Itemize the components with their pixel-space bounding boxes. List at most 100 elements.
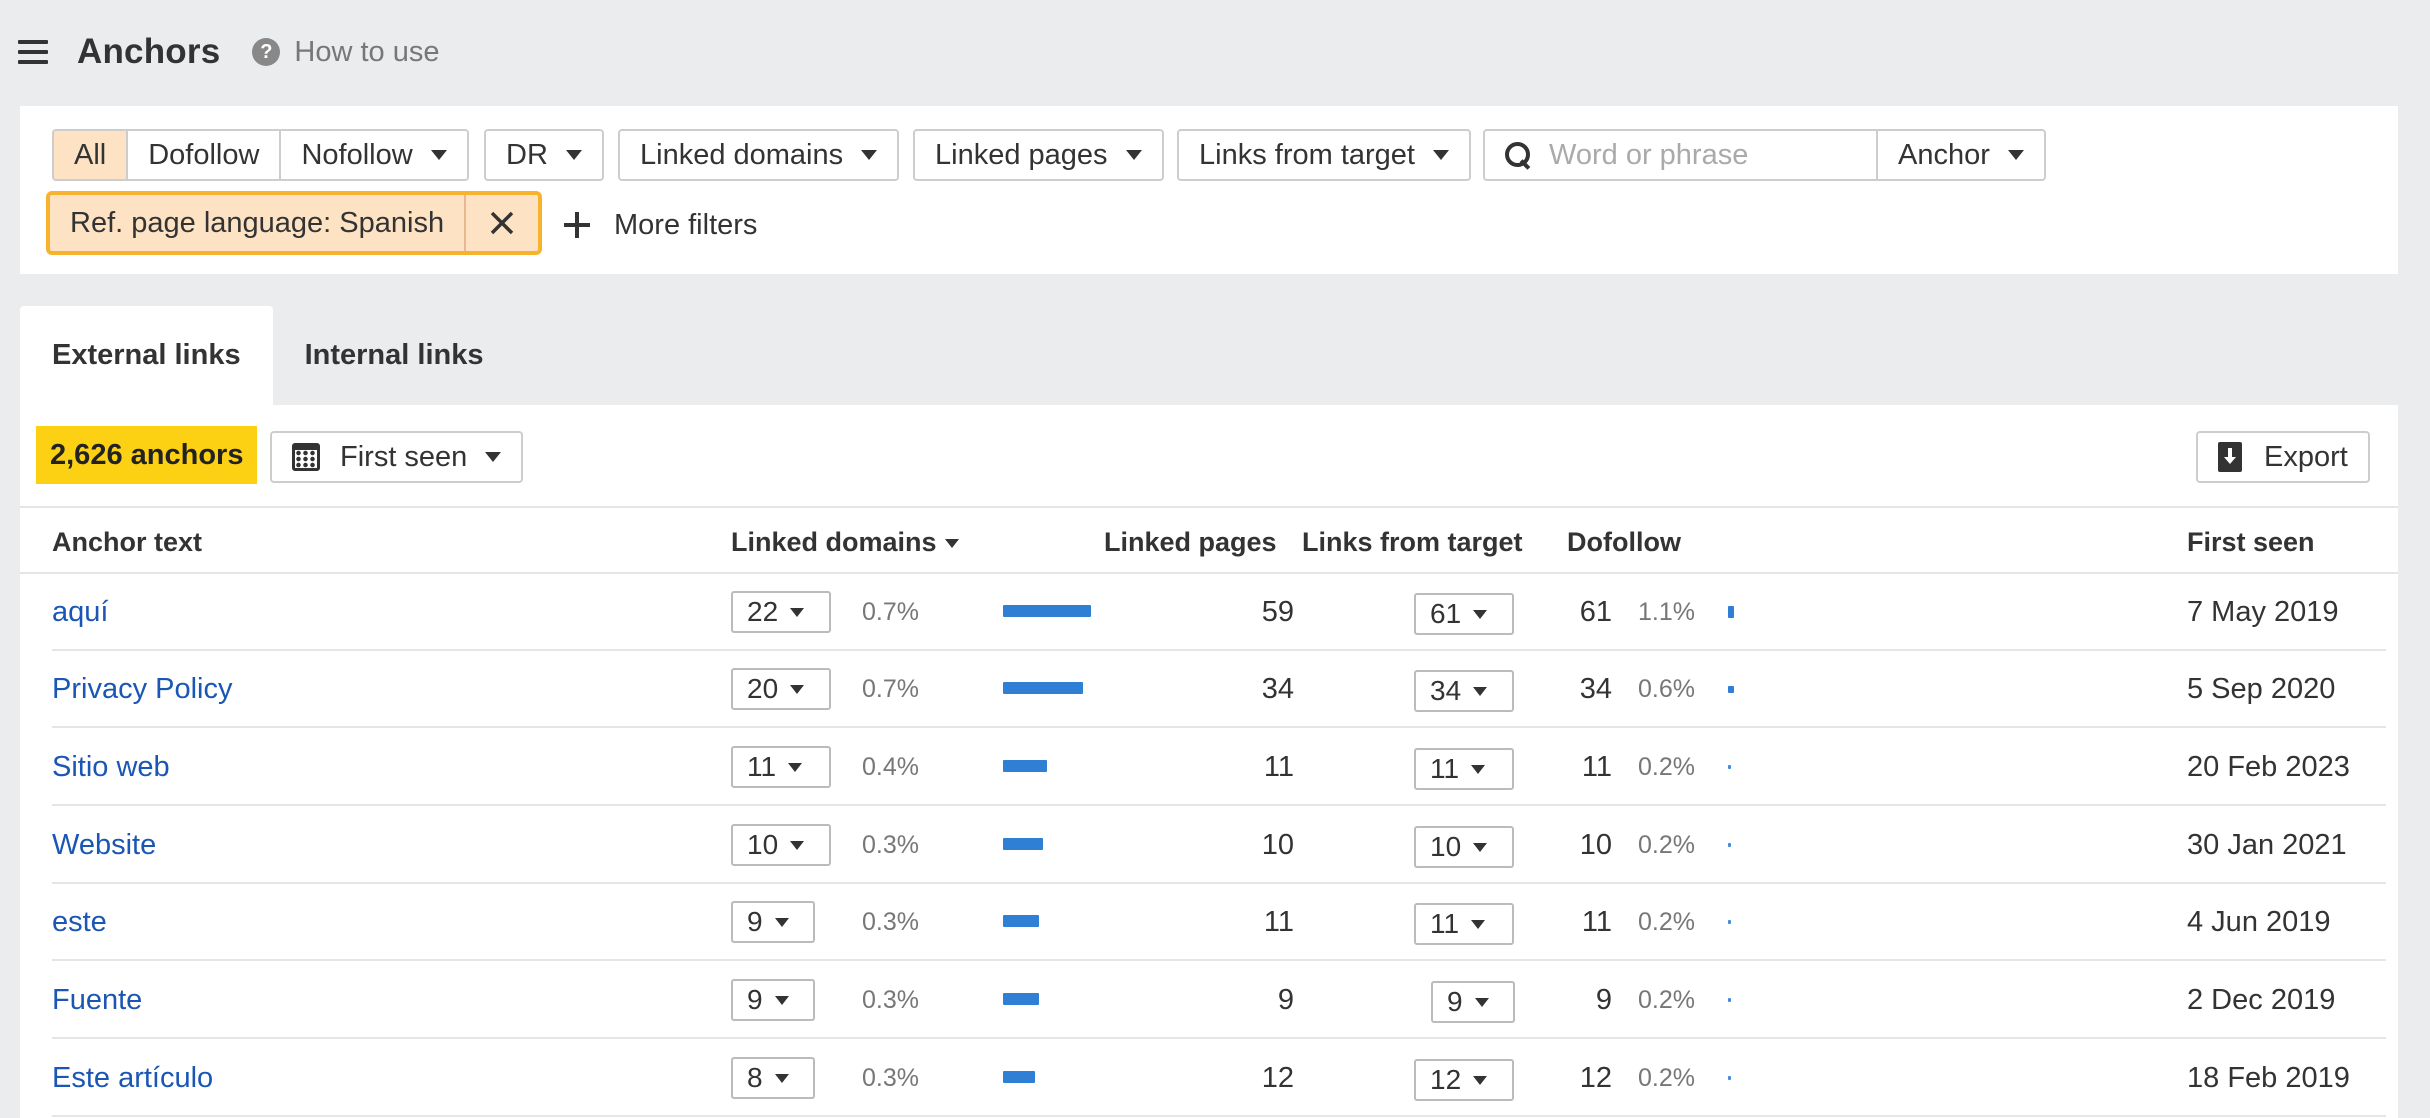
column-header-anchor-text[interactable]: Anchor text bbox=[52, 527, 202, 558]
search-input[interactable] bbox=[1549, 138, 1849, 172]
linked-pages-filter-button[interactable]: Linked pages bbox=[913, 129, 1164, 181]
anchor-text-link[interactable]: Privacy Policy bbox=[52, 651, 233, 727]
linked-domains-percent: 0.7% bbox=[862, 597, 919, 626]
chevron-down-icon bbox=[1474, 997, 1489, 1007]
tab-internal-links[interactable]: Internal links bbox=[273, 306, 516, 405]
anchor-text-link[interactable]: aquí bbox=[52, 574, 108, 650]
export-button[interactable]: Export bbox=[2196, 431, 2370, 483]
links-from-target-filter-button[interactable]: Links from target bbox=[1177, 129, 1471, 181]
dofollow-value: 10 bbox=[1579, 828, 1612, 861]
menu-icon[interactable] bbox=[18, 40, 48, 64]
links-from-target-dropdown[interactable]: 9 bbox=[1431, 981, 1515, 1023]
anchor-text: Privacy Policy bbox=[52, 672, 233, 705]
more-filters-label: More filters bbox=[614, 208, 758, 241]
linked-pages-value: 12 bbox=[1261, 1061, 1294, 1094]
sort-desc-icon bbox=[944, 539, 959, 549]
chevron-down-icon bbox=[790, 840, 805, 850]
linked-pages-filter-label: Linked pages bbox=[935, 138, 1108, 171]
linked-domains-filter-button[interactable]: Linked domains bbox=[618, 129, 900, 181]
linked-pages-value: 10 bbox=[1261, 828, 1294, 861]
anchor-text-link[interactable]: Este artículo bbox=[52, 1040, 213, 1116]
column-header-first-seen[interactable]: First seen bbox=[2187, 527, 2315, 558]
link-tabs: External links Internal links bbox=[20, 306, 515, 405]
column-header-links-from-target[interactable]: Links from target bbox=[1302, 527, 1523, 558]
column-header-dofollow[interactable]: Dofollow bbox=[1567, 527, 1681, 558]
dofollow-bar bbox=[1728, 920, 1731, 924]
linked-domains-value: 22 bbox=[747, 596, 779, 627]
search-mode-dropdown[interactable]: Anchor bbox=[1876, 129, 2046, 181]
filter-all-button[interactable]: All bbox=[54, 131, 129, 179]
linked-domains-bar bbox=[1003, 605, 1091, 617]
linked-domains-cell: 8 bbox=[731, 1040, 815, 1116]
dr-filter-button[interactable]: DR bbox=[484, 129, 604, 181]
linked-domains-value: 20 bbox=[747, 673, 779, 704]
chevron-down-icon bbox=[1471, 919, 1486, 929]
links-from-target-dropdown[interactable]: 11 bbox=[1414, 748, 1514, 790]
linked-domains-dropdown[interactable]: 22 bbox=[731, 591, 831, 633]
results-panel: 2,626 anchors First seen Export Anchor t… bbox=[20, 405, 2398, 1118]
anchor-text-link[interactable]: este bbox=[52, 884, 107, 960]
page-title: Anchors bbox=[77, 32, 221, 71]
links-from-target-dropdown[interactable]: 12 bbox=[1414, 1059, 1514, 1101]
links-from-target-cell: 10 bbox=[1414, 807, 1514, 883]
anchor-text: este bbox=[52, 905, 107, 938]
links-from-target-value: 12 bbox=[1430, 1064, 1462, 1095]
filter-nofollow-button[interactable]: Nofollow bbox=[281, 131, 467, 179]
column-header-linked-domains[interactable]: Linked domains bbox=[731, 527, 959, 558]
remove-filter-button[interactable] bbox=[466, 195, 538, 251]
chevron-down-icon bbox=[1473, 1075, 1488, 1085]
links-from-target-value: 34 bbox=[1430, 675, 1462, 706]
how-to-use-link[interactable]: ? How to use bbox=[252, 36, 439, 69]
dofollow-percent: 0.2% bbox=[1638, 1063, 1695, 1092]
linked-domains-dropdown[interactable]: 8 bbox=[731, 1057, 815, 1099]
dofollow-value: 61 bbox=[1579, 595, 1612, 628]
links-from-target-dropdown[interactable]: 11 bbox=[1414, 903, 1514, 945]
dofollow-value: 9 bbox=[1595, 983, 1612, 1016]
links-from-target-dropdown[interactable]: 61 bbox=[1414, 593, 1514, 635]
column-header-linked-pages[interactable]: Linked pages bbox=[1104, 527, 1277, 558]
anchor-text: Fuente bbox=[52, 983, 143, 1016]
linked-domains-value: 9 bbox=[747, 906, 763, 937]
linked-domains-dropdown[interactable]: 11 bbox=[731, 746, 831, 788]
download-icon bbox=[2218, 442, 2242, 472]
tab-external-links[interactable]: External links bbox=[20, 306, 273, 405]
chevron-down-icon bbox=[565, 150, 582, 160]
linked-domains-filter-label: Linked domains bbox=[640, 138, 844, 171]
first-seen-value: 4 Jun 2019 bbox=[2187, 905, 2331, 938]
chevron-down-icon bbox=[1432, 150, 1449, 160]
dofollow-percent: 0.6% bbox=[1638, 674, 1695, 703]
linked-domains-bar bbox=[1003, 1071, 1035, 1083]
links-from-target-value: 10 bbox=[1430, 831, 1462, 862]
active-filter-label[interactable]: Ref. page language: Spanish bbox=[50, 195, 467, 251]
chevron-down-icon bbox=[1473, 686, 1488, 696]
anchor-text-link[interactable]: Sitio web bbox=[52, 729, 170, 805]
dofollow-bar bbox=[1728, 998, 1731, 1002]
table-row: Privacy Policy 20 0.7% 34 34 34 0.6% 5 Sep 2020 bbox=[52, 651, 2386, 728]
anchor-text: Sitio web bbox=[52, 750, 170, 783]
linked-domains-dropdown[interactable]: 20 bbox=[731, 668, 831, 710]
dr-filter-label: DR bbox=[506, 138, 548, 171]
chevron-down-icon bbox=[774, 917, 789, 927]
chevron-down-icon bbox=[790, 607, 805, 617]
anchor-text-link[interactable]: Fuente bbox=[52, 962, 142, 1038]
chevron-down-icon bbox=[1471, 764, 1486, 774]
more-filters-button[interactable]: More filters bbox=[564, 200, 757, 250]
links-from-target-dropdown[interactable]: 10 bbox=[1414, 826, 1514, 868]
linked-domains-dropdown[interactable]: 10 bbox=[731, 824, 831, 866]
linked-domains-cell: 10 bbox=[731, 807, 831, 883]
linked-domains-value: 10 bbox=[747, 829, 779, 860]
dofollow-percent: 0.2% bbox=[1638, 752, 1695, 781]
linked-domains-bar bbox=[1003, 993, 1039, 1005]
sort-by-first-seen-button[interactable]: First seen bbox=[270, 431, 524, 483]
linked-pages-value: 9 bbox=[1277, 983, 1294, 1016]
links-from-target-dropdown[interactable]: 34 bbox=[1414, 670, 1514, 712]
how-to-use-label: How to use bbox=[294, 35, 440, 68]
chevron-down-icon bbox=[485, 452, 502, 462]
filter-dofollow-button[interactable]: Dofollow bbox=[128, 131, 282, 179]
anchor-text-link[interactable]: Website bbox=[52, 807, 156, 883]
table-row: Fuente 9 0.3% 9 9 9 0.2% 2 Dec 2019 bbox=[52, 962, 2386, 1039]
linked-domains-dropdown[interactable]: 9 bbox=[731, 901, 815, 943]
filter-panel: All Dofollow Nofollow DR Linked domains … bbox=[20, 106, 2398, 274]
linked-domains-dropdown[interactable]: 9 bbox=[731, 979, 815, 1021]
linked-pages-value: 11 bbox=[1263, 905, 1294, 938]
